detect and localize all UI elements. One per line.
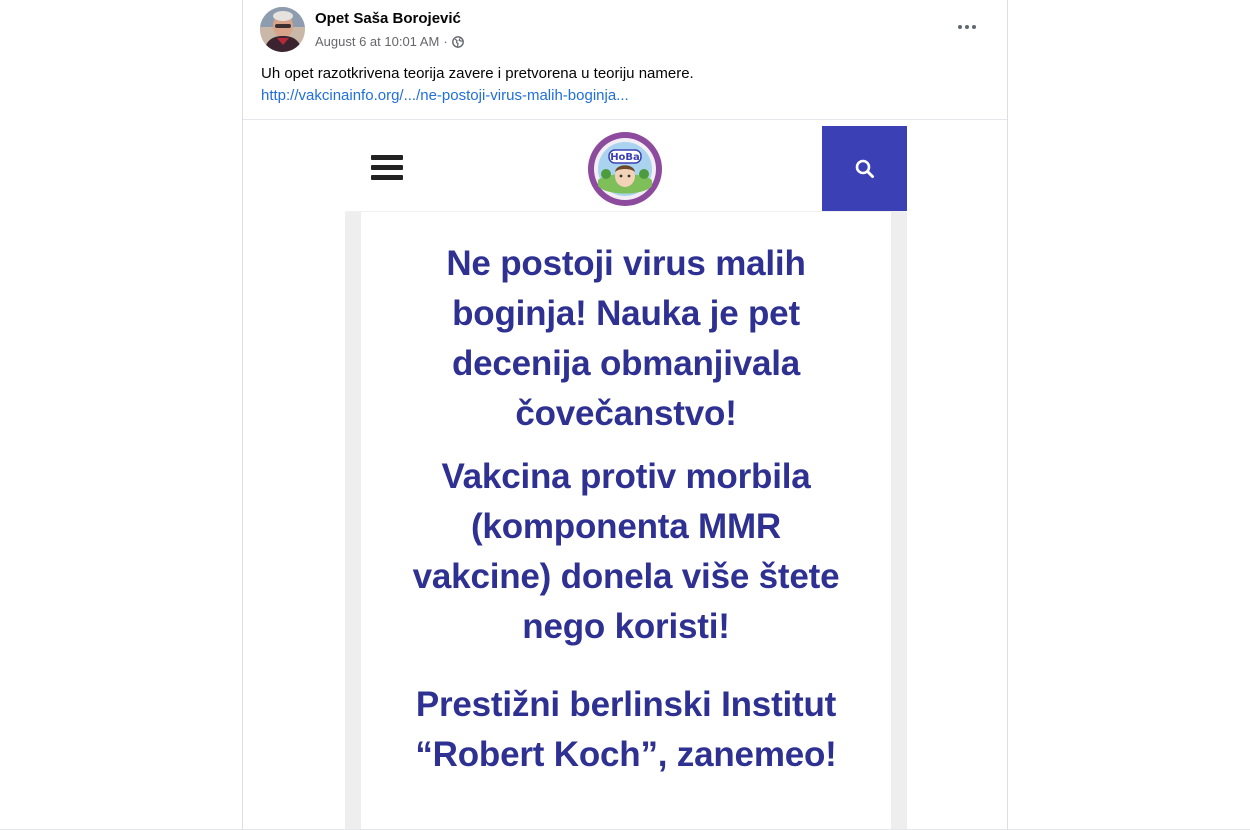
search-button[interactable] — [822, 126, 907, 211]
site-logo[interactable]: HoBa — [586, 130, 664, 208]
headline-line: nego koristi! — [522, 607, 730, 646]
author-avatar[interactable] — [260, 7, 305, 52]
search-icon — [855, 159, 874, 178]
globe-icon[interactable] — [451, 35, 464, 48]
headline-paragraph-2: Vakcina protiv morbila (komponenta MMR v… — [361, 452, 891, 652]
headline-line: čovečanstvo! — [515, 394, 737, 433]
headline-line: boginja! Nauka je pet — [452, 294, 800, 333]
post-text: Uh opet razotkrivena teorija zavere i pr… — [261, 65, 694, 82]
meta-separator: · — [443, 34, 448, 49]
post-divider — [243, 119, 1007, 120]
headline-paragraph-1: Ne postoji virus malih boginja! Nauka je… — [361, 239, 891, 439]
logo-text: HoBa — [610, 152, 640, 163]
post-header: Opet Saša Borojević August 6 at 10:01 AM… — [243, 0, 1007, 60]
post-author-name[interactable]: Opet Saša Borojević — [315, 10, 461, 27]
headline-line: (komponenta MMR — [470, 507, 782, 546]
headline-line: Vakcina protiv morbila — [441, 457, 811, 496]
post-timestamp[interactable]: August 6 at 10:01 AM — [315, 34, 439, 49]
post-meta: August 6 at 10:01 AM · — [315, 34, 464, 49]
post-link[interactable]: http://vakcinainfo.org/.../ne-postoji-vi… — [261, 86, 629, 105]
more-options-icon[interactable] — [955, 15, 979, 39]
headline-line: Ne postoji virus malih — [446, 244, 806, 283]
headline-line: decenija obmanjivala — [451, 344, 801, 383]
embedded-screenshot: HoBa Ne postoji virus malih boginja! Nau… — [345, 126, 907, 830]
headline-line: vakcine) donela više štete — [412, 557, 840, 596]
article-content: Ne postoji virus malih boginja! Nauka je… — [361, 212, 891, 830]
site-nav-bar: HoBa — [345, 126, 907, 211]
headline-paragraph-3: Prestižni berlinski Institut “Robert Koc… — [361, 680, 891, 780]
article-background: Ne postoji virus malih boginja! Nauka je… — [345, 212, 907, 830]
headline-line: “Robert Koch”, zanemeo! — [415, 735, 837, 774]
hamburger-menu-icon[interactable] — [369, 153, 405, 183]
facebook-post-card: Opet Saša Borojević August 6 at 10:01 AM… — [242, 0, 1008, 830]
headline-line: Prestižni berlinski Institut — [415, 685, 837, 724]
